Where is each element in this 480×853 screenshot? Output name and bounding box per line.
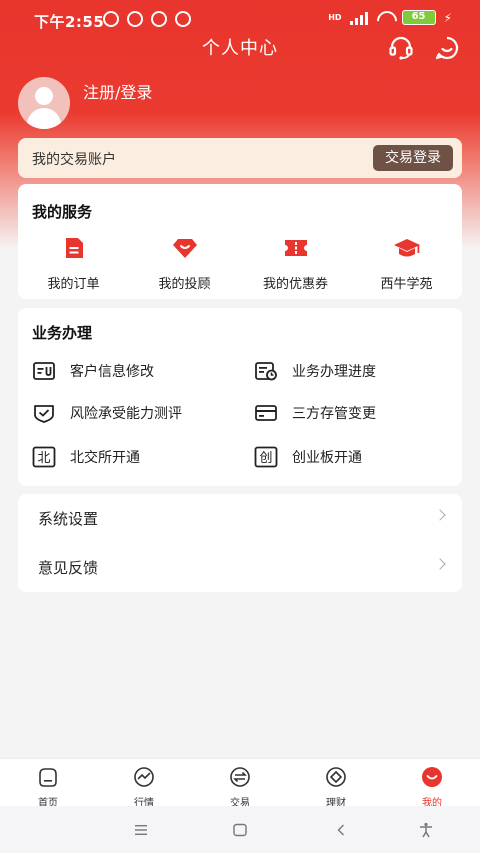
nav-trade[interactable]: 交易	[192, 759, 288, 809]
service-label: 西牛学苑	[380, 277, 433, 292]
settings-label: 系统设置	[38, 510, 99, 528]
shield-check-icon	[34, 405, 54, 423]
service-item-coupons[interactable]: 我的优惠券	[240, 236, 351, 292]
settings-card: 系统设置 意见反馈	[18, 494, 462, 592]
svg-text:创: 创	[259, 451, 272, 466]
business-item-custody-change[interactable]: 三方存管变更	[254, 400, 376, 426]
nav-wealth[interactable]: 理财	[288, 759, 384, 809]
business-card: 业务办理 客户信息修改 业务办理进度 风险承受能力测评 三方存管变更 北 北交所…	[18, 308, 462, 486]
services-title: 我的服务	[32, 203, 93, 221]
business-item-chinext-open[interactable]: 创 创业板开通	[254, 444, 362, 470]
business-label: 客户信息修改	[70, 364, 154, 380]
accessibility-icon[interactable]	[418, 822, 434, 838]
service-item-advisor[interactable]: 我的投顾	[129, 236, 240, 292]
business-label: 业务办理进度	[292, 364, 376, 380]
chevron-right-icon	[434, 558, 446, 570]
business-item-bse-open[interactable]: 北 北交所开通	[32, 444, 140, 470]
app-notification-icon	[175, 11, 191, 27]
business-item-progress[interactable]: 业务办理进度	[254, 358, 376, 384]
customer-service-icon[interactable]	[387, 34, 415, 62]
market-icon	[134, 767, 154, 787]
chevron-right-icon	[434, 509, 446, 521]
id-card-icon	[33, 362, 55, 380]
service-item-academy[interactable]: 西牛学苑	[351, 236, 462, 292]
avatar[interactable]	[18, 77, 70, 129]
alarm-icon	[127, 11, 143, 27]
business-item-info-change[interactable]: 客户信息修改	[32, 358, 154, 384]
signal-icon	[349, 11, 368, 25]
wifi-icon	[376, 11, 394, 25]
feedback-row[interactable]: 意见反馈	[18, 543, 462, 592]
system-nav-bar	[0, 806, 480, 853]
bank-card-icon	[255, 405, 277, 421]
notification-icon	[103, 11, 119, 27]
status-notification-icons	[103, 11, 191, 27]
svg-text:北: 北	[37, 451, 50, 466]
service-label: 我的订单	[47, 277, 100, 292]
business-label: 创业板开通	[292, 450, 362, 466]
trading-account-label: 我的交易账户	[32, 152, 116, 168]
service-label: 我的投顾	[158, 277, 211, 292]
business-label: 三方存管变更	[292, 406, 376, 422]
mine-icon	[422, 767, 442, 787]
charging-icon: ⚡	[443, 10, 452, 25]
home-icon	[39, 768, 57, 787]
back-icon[interactable]	[333, 822, 349, 838]
menu-icon[interactable]	[133, 822, 149, 838]
bei-char-icon: 北	[32, 446, 56, 468]
service-label: 我的优惠券	[262, 277, 328, 292]
trading-account-bar: 我的交易账户 交易登录	[18, 138, 462, 178]
business-label: 风险承受能力测评	[70, 406, 182, 422]
home-button-icon[interactable]	[232, 822, 248, 838]
message-icon[interactable]	[433, 34, 461, 62]
business-title: 业务办理	[32, 324, 93, 342]
title-bar: 个人中心	[0, 30, 480, 64]
settings-label: 意见反馈	[38, 559, 99, 577]
chuang-char-icon: 创	[254, 446, 278, 468]
register-login-link[interactable]: 注册/登录	[83, 79, 152, 103]
system-settings-row[interactable]: 系统设置	[18, 494, 462, 543]
nav-market[interactable]: 行情	[96, 759, 192, 809]
service-item-orders[interactable]: 我的订单	[18, 236, 129, 292]
services-card: 我的服务 我的订单 我的投顾 我的优惠券 西牛学苑	[18, 184, 462, 299]
status-right: HD 65 ⚡	[328, 10, 452, 25]
business-label: 北交所开通	[70, 450, 140, 466]
diamond-icon	[172, 239, 197, 258]
battery-icon: 65	[401, 10, 436, 25]
order-icon	[65, 238, 83, 258]
progress-icon	[255, 362, 277, 381]
app-notification-icon	[151, 11, 167, 27]
trade-icon	[230, 767, 250, 787]
wealth-icon	[326, 767, 346, 787]
network-type: HD	[328, 13, 342, 22]
nav-home[interactable]: 首页	[0, 759, 96, 809]
coupon-icon	[284, 240, 307, 256]
status-time: 下午2:55	[34, 13, 105, 31]
trade-login-button[interactable]: 交易登录	[373, 145, 453, 171]
graduation-cap-icon	[393, 239, 420, 257]
nav-mine[interactable]: 我的	[384, 759, 480, 809]
bottom-nav: 首页 行情 交易 理财 我的	[0, 758, 480, 809]
business-item-risk-assessment[interactable]: 风险承受能力测评	[32, 400, 182, 426]
